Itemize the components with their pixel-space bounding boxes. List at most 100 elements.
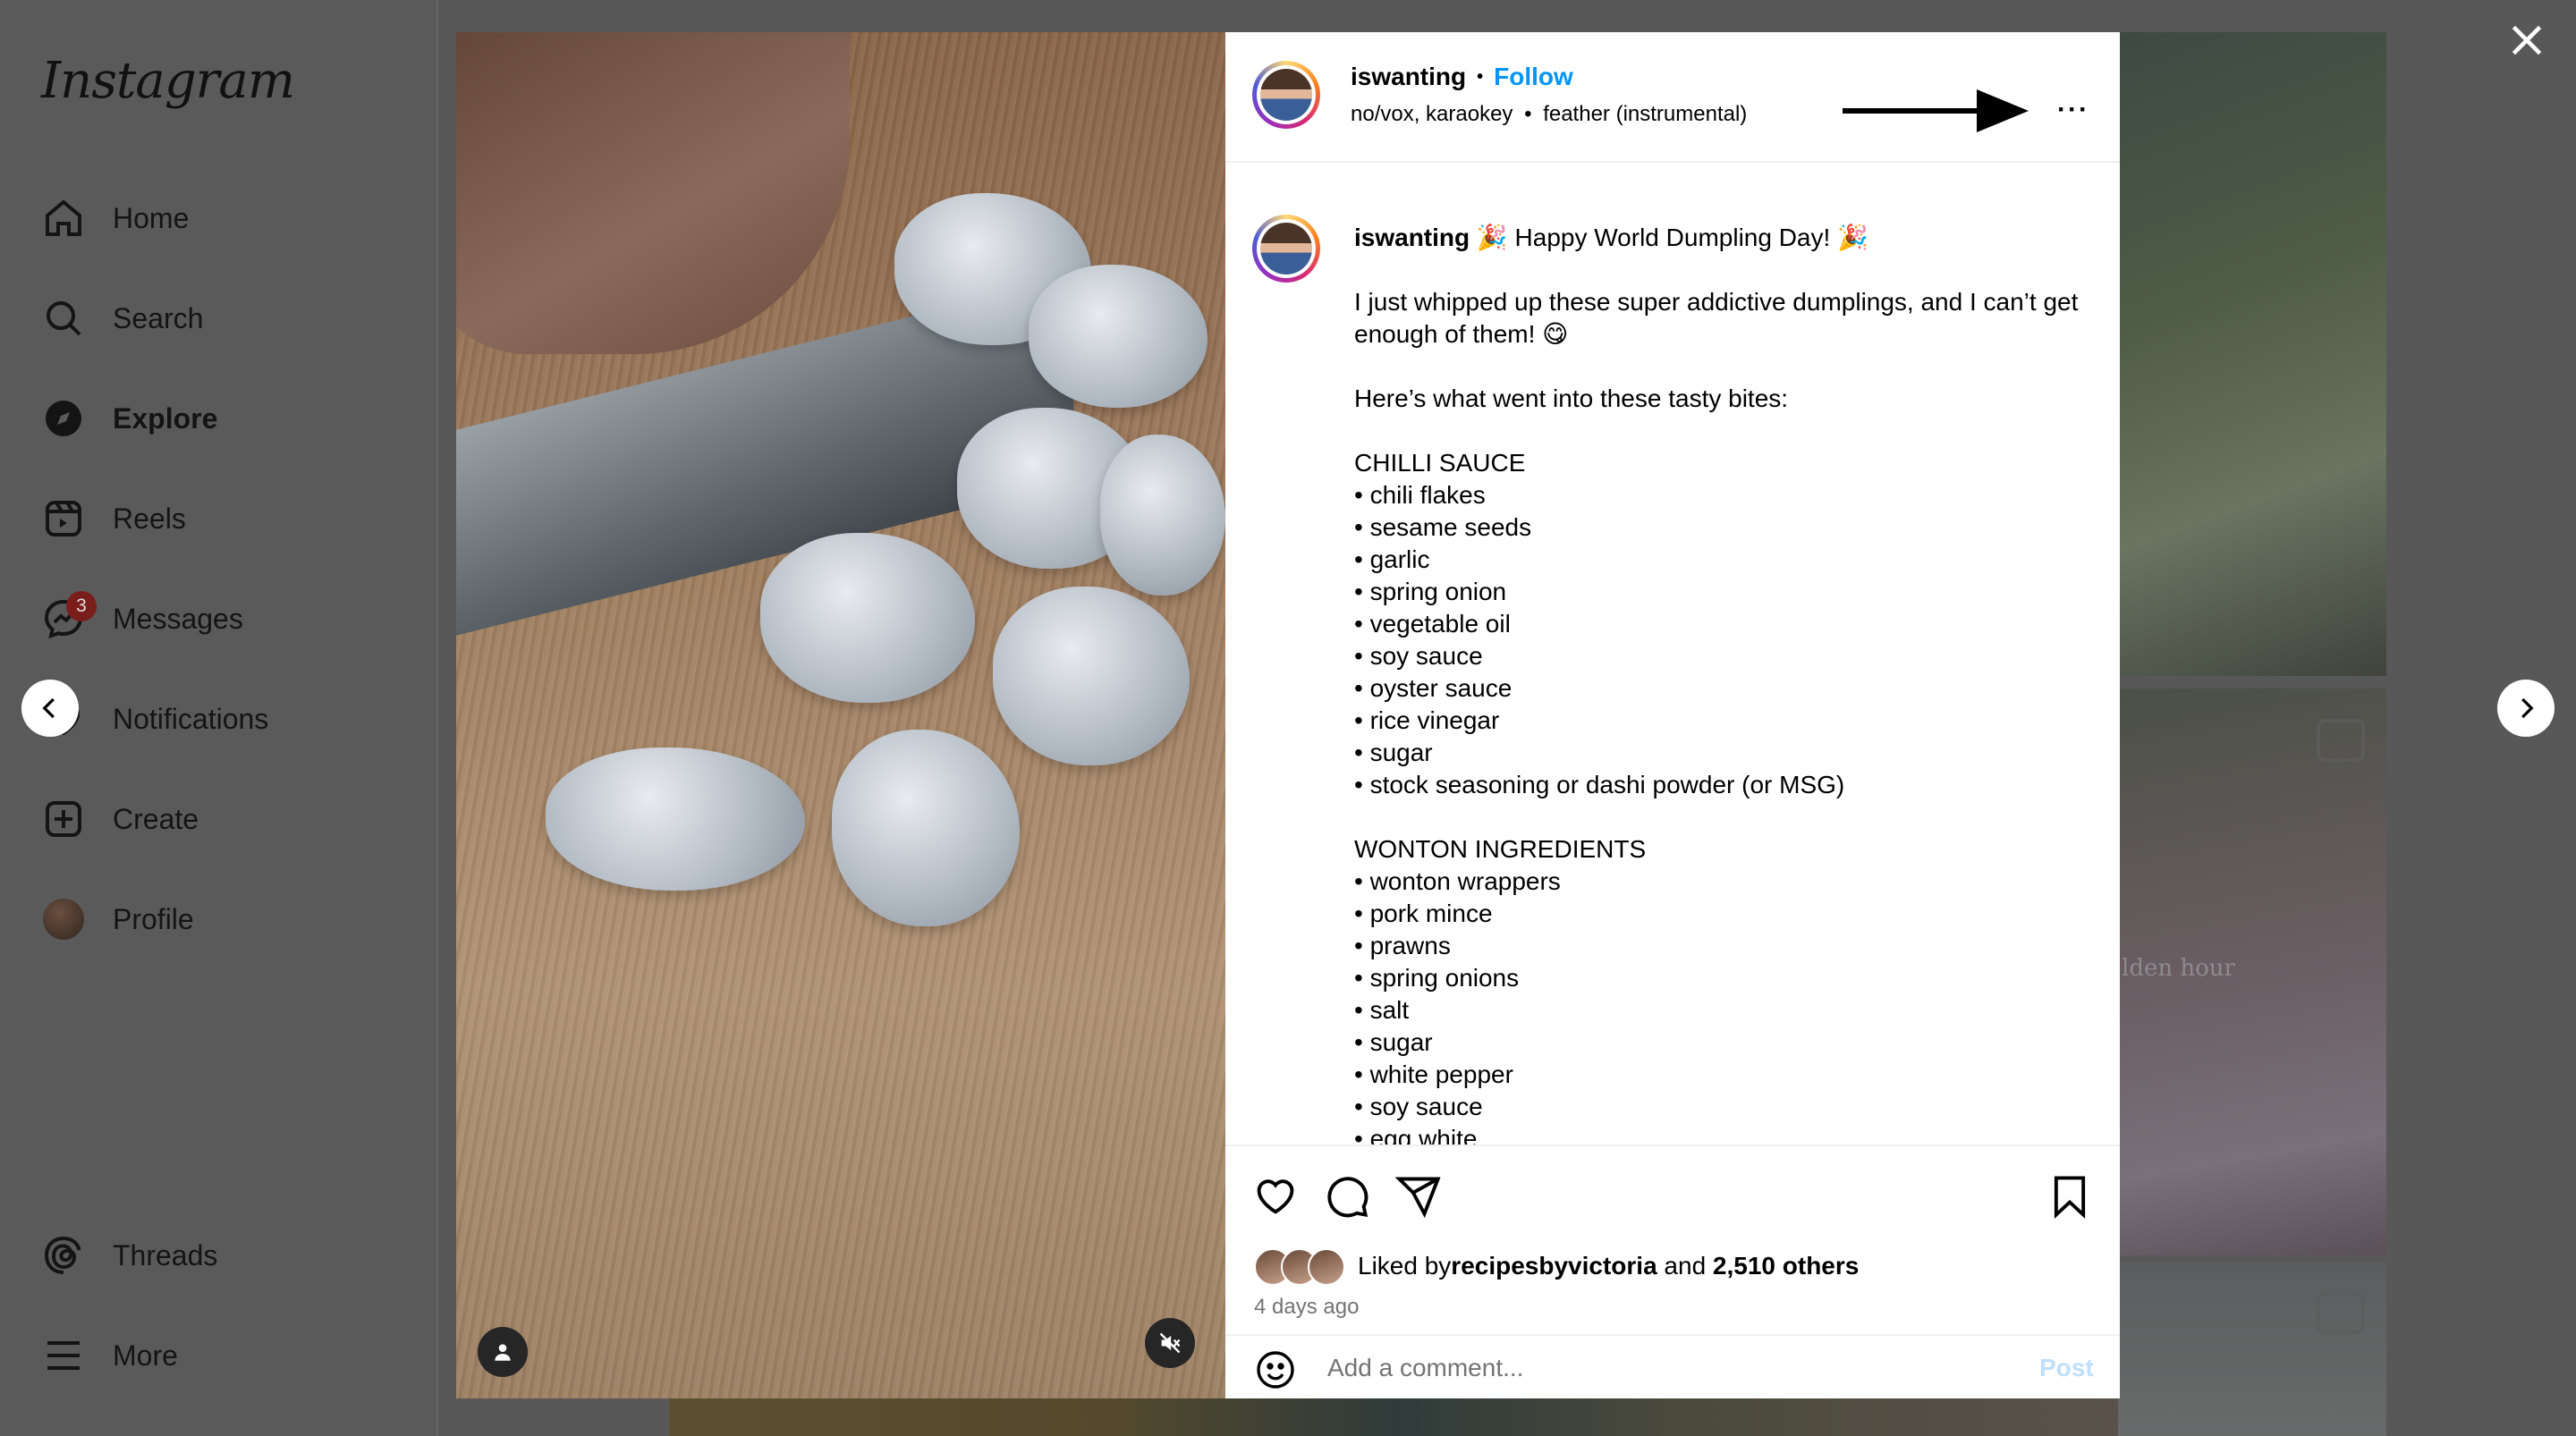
caption-line: • chili flakes	[1354, 481, 1486, 509]
caption-line: • stock seasoning or dashi powder (or MS…	[1354, 771, 1845, 798]
speaker-muted-icon	[1159, 1332, 1181, 1354]
explore-grid-tile	[669, 1397, 2118, 1436]
bookmark-icon[interactable]	[2046, 1173, 2093, 1220]
sidebar-item-label: Threads	[113, 1238, 218, 1271]
caption-line: • sugar	[1354, 739, 1433, 766]
caption-line: • sugar	[1354, 1028, 1433, 1056]
comment-icon[interactable]	[1324, 1173, 1370, 1220]
caption-line: • prawns	[1354, 932, 1451, 959]
menu-icon	[41, 1333, 86, 1378]
sidebar-item-label: Profile	[113, 902, 194, 935]
caption-line: Here’s what went into these tasty bites:	[1354, 384, 1789, 412]
video-frame-shrimp	[1029, 265, 1208, 408]
caption-line: • white pepper	[1354, 1060, 1513, 1088]
sidebar-item-reels[interactable]: Reels	[41, 492, 186, 545]
caption-line: CHILLI SAUCE	[1354, 449, 1526, 477]
video-frame-shrimp	[546, 748, 805, 891]
separator-dot: •	[1477, 66, 1484, 87]
post-header: iswanting • Follow no/vox, karaokey • fe…	[1225, 32, 2120, 163]
caption-line: I just whipped up these super addictive …	[1354, 288, 2079, 348]
caption-line: • egg white	[1354, 1125, 1478, 1145]
sidebar-item-home[interactable]: Home	[41, 191, 189, 245]
profile-avatar	[41, 897, 86, 942]
annotation-arrow-icon	[1843, 89, 2029, 132]
caption-line: • soy sauce	[1354, 1093, 1483, 1120]
chevron-right-icon	[2521, 697, 2534, 719]
audio-link-secondary[interactable]: feather (instrumental)	[1543, 102, 1747, 126]
caption-line: • salt	[1354, 996, 1410, 1024]
sidebar-item-search[interactable]: Search	[41, 291, 203, 345]
sidebar-item-label: Search	[113, 301, 204, 334]
sidebar-item-label: Reels	[113, 502, 186, 535]
next-post-button[interactable]	[2497, 680, 2555, 737]
sidebar-item-profile[interactable]: Profile	[41, 892, 194, 946]
post-modal: iswanting • Follow no/vox, karaokey • fe…	[456, 32, 2120, 1398]
close-icon[interactable]	[2504, 18, 2549, 63]
liker-avatars	[1254, 1248, 1352, 1286]
reels-icon	[41, 496, 86, 541]
caption-line: • spring onions	[1354, 964, 1520, 992]
instagram-logo[interactable]: Instagram	[41, 52, 295, 110]
sidebar-item-more[interactable]: More	[41, 1329, 178, 1382]
post-comment-button[interactable]: Post	[2039, 1354, 2094, 1382]
likes-count[interactable]: 2,510 others	[1713, 1252, 1859, 1280]
caption-line	[1354, 254, 2097, 286]
post-actions: Liked by recipesbyvictoria and 2,510 oth…	[1225, 1145, 2120, 1334]
caption-author-avatar[interactable]	[1252, 215, 1320, 283]
tagged-users-button[interactable]	[478, 1327, 528, 1377]
follow-button[interactable]: Follow	[1494, 63, 1573, 91]
caption-text: iswanting 🎉 Happy World Dumpling Day! 🎉 …	[1354, 222, 2097, 1145]
mute-button[interactable]	[1145, 1318, 1195, 1368]
unread-badge: 3	[66, 591, 97, 621]
like-heart-icon[interactable]	[1252, 1173, 1299, 1220]
separator-dot: •	[1524, 102, 1532, 126]
caption-line	[1354, 415, 2097, 447]
emoji-icon[interactable]	[1254, 1348, 1297, 1391]
caption-line: • spring onion	[1354, 578, 1507, 605]
caption-title-line: iswanting 🎉 Happy World Dumpling Day! 🎉	[1354, 222, 2097, 254]
user-icon	[495, 1344, 511, 1361]
audio-attribution: no/vox, karaokey • feather (instrumental…	[1351, 102, 1747, 127]
explore-grid-tile	[2118, 1263, 2386, 1436]
sidebar-item-label: Messages	[113, 602, 243, 635]
sidebar-item-messages[interactable]: 3 Messages	[41, 591, 243, 646]
sidebar-item-create[interactable]: Create	[41, 792, 199, 846]
comment-input[interactable]	[1326, 1345, 2009, 1391]
caption-line: • soy sauce	[1354, 642, 1483, 670]
liker-username[interactable]: recipesbyvictoria	[1451, 1252, 1657, 1280]
sidebar-item-threads[interactable]: Threads	[41, 1229, 217, 1282]
video-frame-shrimp	[760, 533, 975, 703]
home-icon	[41, 196, 86, 241]
author-avatar[interactable]	[1252, 61, 1320, 129]
reel-indicator-icon	[2317, 1291, 2365, 1334]
caption-line: • vegetable oil	[1354, 610, 1511, 638]
search-icon	[41, 296, 86, 341]
caption-area: iswanting 🎉 Happy World Dumpling Day! 🎉 …	[1225, 165, 2120, 1145]
caption-line: • oyster sauce	[1354, 674, 1513, 702]
compass-icon	[41, 396, 86, 441]
post-timestamp[interactable]: 4 days ago	[1254, 1295, 1359, 1320]
caption-line: • rice vinegar	[1354, 706, 1500, 734]
post-video[interactable]	[456, 32, 1225, 1398]
author-username[interactable]: iswanting	[1351, 63, 1466, 91]
header-user-row: iswanting • Follow	[1351, 63, 1573, 91]
sidebar-item-label: More	[113, 1339, 178, 1372]
reel-indicator-icon	[2317, 719, 2365, 762]
video-frame-shrimp	[1100, 435, 1225, 596]
audio-link-primary[interactable]: no/vox, karaokey	[1351, 102, 1513, 126]
chevron-left-icon	[42, 697, 55, 719]
caption-username[interactable]: iswanting	[1354, 224, 1470, 251]
post-details-panel: iswanting • Follow no/vox, karaokey • fe…	[1225, 32, 2120, 1398]
sidebar-item-explore[interactable]: Explore	[41, 392, 217, 445]
caption-line: WONTON INGREDIENTS	[1354, 835, 1647, 863]
previous-post-button[interactable]	[21, 680, 79, 737]
likes-summary: Liked by recipesbyvictoria and 2,510 oth…	[1254, 1248, 1859, 1286]
more-options-button[interactable]: ···	[2057, 95, 2089, 125]
caption-line	[1354, 351, 2097, 383]
tile-overlay-text: lden hour	[2122, 955, 2235, 982]
share-icon[interactable]	[1395, 1173, 1442, 1220]
caption-line: • garlic	[1354, 545, 1430, 573]
caption-line	[1354, 801, 2097, 833]
sidebar-item-label: Create	[113, 802, 199, 835]
caption-title: 🎉 Happy World Dumpling Day! 🎉	[1470, 224, 1868, 251]
